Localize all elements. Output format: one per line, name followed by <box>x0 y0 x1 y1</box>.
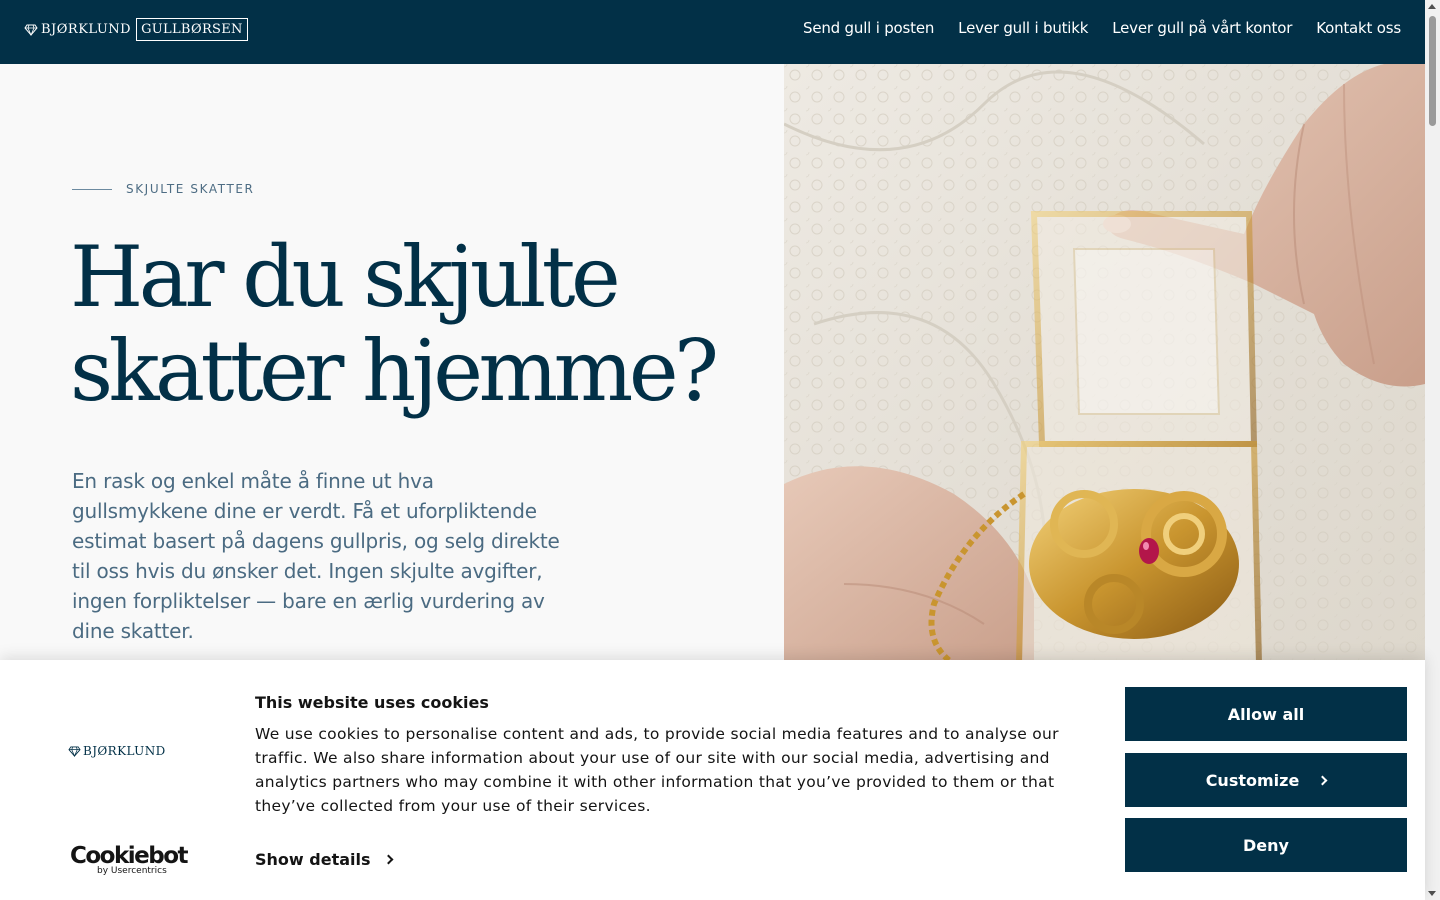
cookiebot-logo[interactable]: Cookiebot by Usercentrics <box>70 843 189 876</box>
show-details-label: Show details <box>255 850 371 869</box>
hands-jewelry-box-illustration <box>784 64 1425 664</box>
headline-line-1: Har du skjulte <box>70 228 621 326</box>
customize-button[interactable]: Customize <box>1125 753 1407 807</box>
site-logo[interactable]: BJØRKLUND GULLBØRSEN <box>24 18 248 41</box>
chevron-right-icon <box>383 854 393 865</box>
headline-line-2: skatter hjemme? <box>70 322 719 420</box>
allow-all-button[interactable]: Allow all <box>1125 687 1407 741</box>
allow-all-label: Allow all <box>1227 704 1305 724</box>
eyebrow-text: SKJULTE SKATTER <box>126 182 255 196</box>
eyebrow-line <box>72 188 112 190</box>
cookie-description: We use cookies to personalise content an… <box>255 725 1059 815</box>
cookie-title: This website uses cookies <box>255 693 489 712</box>
chevron-right-icon <box>1317 775 1328 785</box>
nav-deliver-gold-at-office[interactable]: Lever gull på vårt kontor <box>1112 19 1292 37</box>
page-scrollbar[interactable] <box>1425 0 1440 900</box>
hero-image <box>784 64 1425 664</box>
show-details-link[interactable]: Show details <box>255 850 393 869</box>
site-header: BJØRKLUND GULLBØRSEN Send gull i posten … <box>0 0 1425 64</box>
scrollbar-thumb[interactable] <box>1429 16 1436 126</box>
cookie-logo-brand: BJØRKLUND <box>83 744 166 758</box>
cookie-consent-banner: BJØRKLUND This website uses cookies We u… <box>0 660 1425 900</box>
deny-label: Deny <box>1243 835 1289 855</box>
deny-button[interactable]: Deny <box>1125 818 1407 872</box>
hero-headline: Har du skjulte skatter hjemme? <box>70 230 770 418</box>
customize-label: Customize <box>1205 770 1300 790</box>
cookiebot-name: Cookiebot <box>70 843 189 869</box>
nav-deliver-gold-in-store[interactable]: Lever gull i butikk <box>958 19 1088 37</box>
scroll-up-arrow-icon[interactable] <box>1428 4 1436 9</box>
diamond-icon <box>24 24 38 36</box>
nav-send-gold-by-mail[interactable]: Send gull i posten <box>803 19 934 37</box>
cookie-banner-logo: BJØRKLUND <box>68 744 166 758</box>
nav-contact-us[interactable]: Kontakt oss <box>1316 19 1401 37</box>
diamond-icon <box>68 745 81 757</box>
logo-boxed-text: GULLBØRSEN <box>136 18 248 41</box>
main-nav: Send gull i posten Lever gull i butikk L… <box>803 19 1401 37</box>
hero-lead: En rask og enkel måte å finne ut hva gul… <box>72 469 560 643</box>
logo-brand: BJØRKLUND <box>41 22 132 37</box>
scroll-down-arrow-icon[interactable] <box>1428 891 1436 896</box>
hero-eyebrow: SKJULTE SKATTER <box>72 182 255 196</box>
